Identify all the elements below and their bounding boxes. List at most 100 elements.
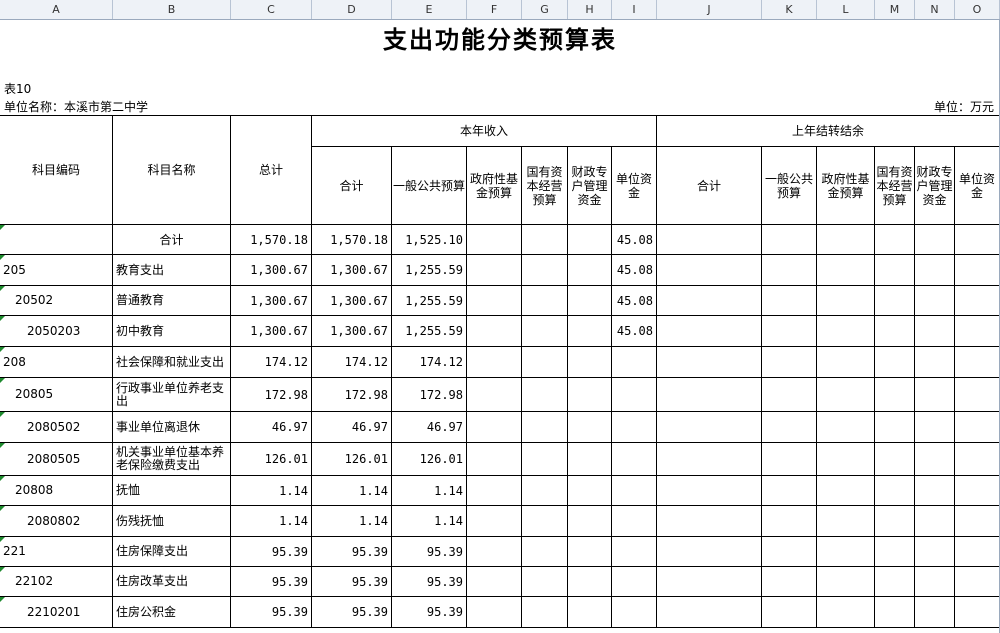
row-special-account[interactable]: [568, 597, 612, 628]
row-carryover-cell[interactable]: [657, 255, 762, 286]
row-carryover-cell[interactable]: [762, 506, 817, 537]
row-carryover-cell[interactable]: [817, 347, 875, 378]
row-unit-funds[interactable]: [612, 506, 657, 537]
row-general-budget[interactable]: 1,255.59: [392, 255, 467, 286]
row-carryover-cell[interactable]: [657, 506, 762, 537]
header-current-year[interactable]: 本年收入: [312, 116, 657, 147]
header-total[interactable]: 总计: [231, 116, 312, 225]
row-name[interactable]: 住房公积金: [113, 597, 231, 628]
row-name[interactable]: 行政事业单位养老支出: [113, 378, 231, 412]
row-general-budget[interactable]: 95.39: [392, 567, 467, 597]
row-current-total[interactable]: 46.97: [312, 412, 392, 443]
row-current-total[interactable]: 95.39: [312, 567, 392, 597]
row-special-account[interactable]: [568, 443, 612, 476]
row-special-account[interactable]: [568, 286, 612, 316]
column-header-c[interactable]: C: [231, 0, 312, 19]
row-total[interactable]: 1,300.67: [231, 316, 312, 347]
row-total[interactable]: 46.97: [231, 412, 312, 443]
row-carryover-cell[interactable]: [875, 316, 915, 347]
row-carryover-cell[interactable]: [762, 286, 817, 316]
row-gov-fund[interactable]: [467, 537, 522, 567]
row-carryover-cell[interactable]: [955, 506, 1000, 537]
row-carryover-cell[interactable]: [915, 347, 955, 378]
header-sub-8[interactable]: 政府性基金预算: [817, 147, 875, 225]
row-carryover-cell[interactable]: [955, 378, 1000, 412]
row-carryover-cell[interactable]: [657, 286, 762, 316]
row-carryover-cell[interactable]: [915, 443, 955, 476]
row-total[interactable]: 174.12: [231, 347, 312, 378]
row-current-total[interactable]: 95.39: [312, 597, 392, 628]
row-carryover-cell[interactable]: [875, 286, 915, 316]
row-state-capital[interactable]: [522, 225, 568, 255]
row-carryover-cell[interactable]: [915, 506, 955, 537]
row-unit-funds[interactable]: [612, 476, 657, 506]
row-code[interactable]: 221: [0, 537, 113, 567]
row-code[interactable]: 20502: [0, 286, 113, 316]
row-current-total[interactable]: 1.14: [312, 506, 392, 537]
row-carryover-cell[interactable]: [762, 537, 817, 567]
row-general-budget[interactable]: 46.97: [392, 412, 467, 443]
row-total[interactable]: 95.39: [231, 537, 312, 567]
header-sub-10[interactable]: 财政专户管理资金: [915, 147, 955, 225]
row-gov-fund[interactable]: [467, 347, 522, 378]
row-carryover-cell[interactable]: [657, 412, 762, 443]
column-header-l[interactable]: L: [817, 0, 875, 19]
row-code[interactable]: 205: [0, 255, 113, 286]
header-sub-4[interactable]: 财政专户管理资金: [568, 147, 612, 225]
row-gov-fund[interactable]: [467, 316, 522, 347]
row-unit-funds[interactable]: 45.08: [612, 316, 657, 347]
row-carryover-cell[interactable]: [875, 347, 915, 378]
row-code[interactable]: 20808: [0, 476, 113, 506]
row-total[interactable]: 1.14: [231, 476, 312, 506]
header-sub-5[interactable]: 单位资金: [612, 147, 657, 225]
row-unit-funds[interactable]: [612, 567, 657, 597]
row-current-total[interactable]: 174.12: [312, 347, 392, 378]
row-state-capital[interactable]: [522, 316, 568, 347]
row-special-account[interactable]: [568, 567, 612, 597]
row-name[interactable]: 住房保障支出: [113, 537, 231, 567]
column-header-e[interactable]: E: [392, 0, 467, 19]
row-carryover-cell[interactable]: [875, 597, 915, 628]
row-special-account[interactable]: [568, 378, 612, 412]
header-sub-7[interactable]: 一般公共预算: [762, 147, 817, 225]
row-carryover-cell[interactable]: [955, 567, 1000, 597]
row-current-total[interactable]: 126.01: [312, 443, 392, 476]
header-sub-1[interactable]: 一般公共预算: [392, 147, 467, 225]
header-sub-9[interactable]: 国有资本经营预算: [875, 147, 915, 225]
row-name[interactable]: 教育支出: [113, 255, 231, 286]
row-carryover-cell[interactable]: [817, 378, 875, 412]
column-header-g[interactable]: G: [522, 0, 568, 19]
row-unit-funds[interactable]: [612, 378, 657, 412]
row-special-account[interactable]: [568, 506, 612, 537]
row-gov-fund[interactable]: [467, 378, 522, 412]
row-carryover-cell[interactable]: [817, 316, 875, 347]
row-carryover-cell[interactable]: [657, 347, 762, 378]
row-total[interactable]: 1.14: [231, 506, 312, 537]
row-gov-fund[interactable]: [467, 506, 522, 537]
row-carryover-cell[interactable]: [762, 443, 817, 476]
header-sub-11[interactable]: 单位资金: [955, 147, 1000, 225]
row-carryover-cell[interactable]: [657, 225, 762, 255]
row-carryover-cell[interactable]: [875, 412, 915, 443]
row-name[interactable]: 社会保障和就业支出: [113, 347, 231, 378]
row-carryover-cell[interactable]: [955, 537, 1000, 567]
row-name[interactable]: 普通教育: [113, 286, 231, 316]
row-carryover-cell[interactable]: [915, 316, 955, 347]
row-gov-fund[interactable]: [467, 567, 522, 597]
row-unit-funds[interactable]: [612, 443, 657, 476]
row-gov-fund[interactable]: [467, 286, 522, 316]
column-header-i[interactable]: I: [612, 0, 657, 19]
row-state-capital[interactable]: [522, 255, 568, 286]
row-special-account[interactable]: [568, 347, 612, 378]
row-state-capital[interactable]: [522, 537, 568, 567]
row-code[interactable]: 2080505: [0, 443, 113, 476]
row-carryover-cell[interactable]: [657, 476, 762, 506]
row-unit-funds[interactable]: [612, 597, 657, 628]
row-gov-fund[interactable]: [467, 225, 522, 255]
row-name[interactable]: 机关事业单位基本养老保险缴费支出: [113, 443, 231, 476]
row-state-capital[interactable]: [522, 378, 568, 412]
row-carryover-cell[interactable]: [915, 476, 955, 506]
row-carryover-cell[interactable]: [875, 378, 915, 412]
row-carryover-cell[interactable]: [762, 597, 817, 628]
column-header-d[interactable]: D: [312, 0, 392, 19]
